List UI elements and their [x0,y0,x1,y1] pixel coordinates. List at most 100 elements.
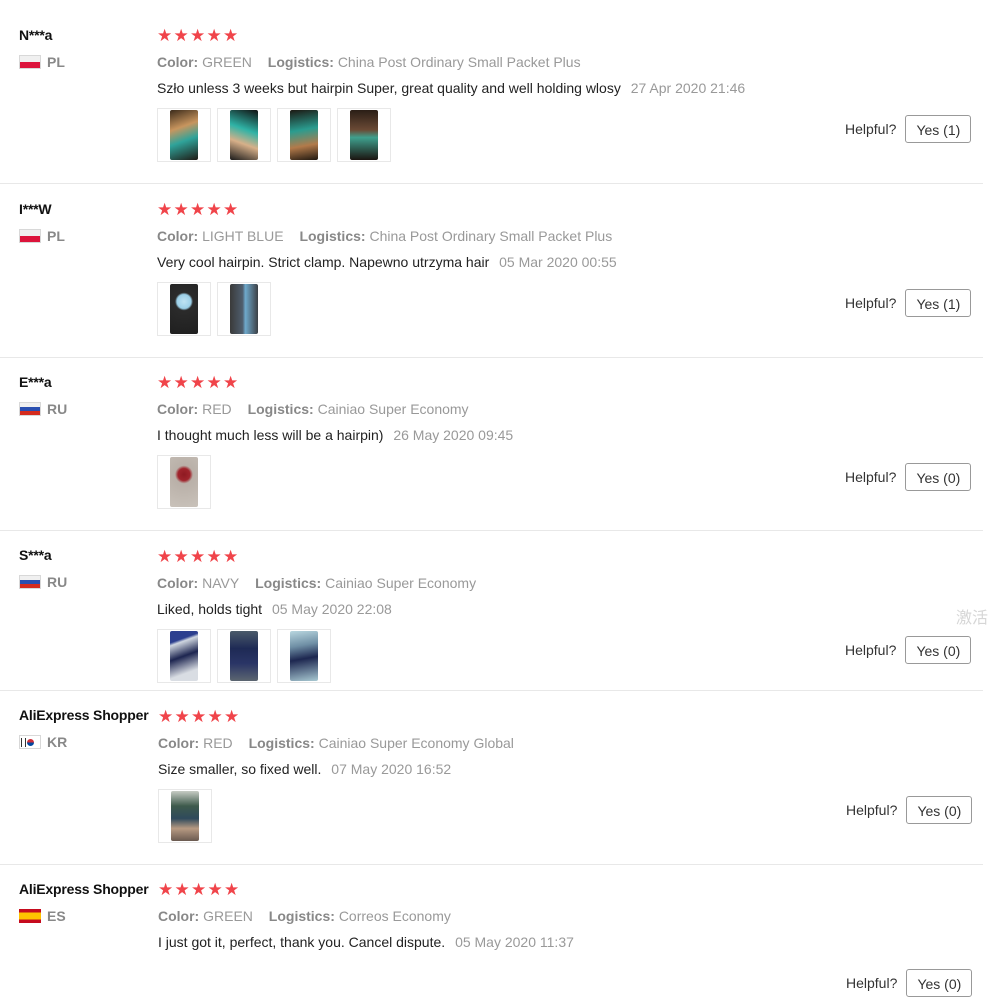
review-photo-thumbnail[interactable] [337,108,391,162]
review-date: 07 May 2020 16:52 [331,761,452,777]
star-rating: ★★★★★ [157,374,837,392]
review-item: I***W PL ★★★★★ Color: LIGHT BLUE Logisti… [0,184,983,358]
reviewer-info: AliExpress Shopper ES [19,880,154,924]
helpful-yes-button[interactable]: Yes (0) [906,796,973,824]
star-icon: ★ [223,26,239,45]
review-photo-thumbnail[interactable] [217,108,271,162]
review-text: I thought much less will be a hairpin) 2… [157,426,837,444]
review-photos [157,455,837,509]
review-body: Szło unless 3 weeks but hairpin Super, g… [157,80,621,96]
star-icon: ★ [206,200,222,219]
star-rating: ★★★★★ [158,708,838,726]
country-code: PL [47,54,65,70]
star-icon: ★ [224,707,240,726]
review-item: AliExpress Shopper ES ★★★★★ Color: GREEN… [0,865,983,1000]
photo-hairpin-worn [171,791,199,841]
photo-hairpin-green-hair [350,110,378,160]
color-value: NAVY [202,575,240,591]
logistics-value: Correos Economy [338,908,451,924]
review-item: E***a RU ★★★★★ Color: RED Logistics: Cai… [0,358,983,531]
review-photo-thumbnail[interactable] [217,282,271,336]
watermark-text: 激活 [956,610,989,627]
helpful-section: Helpful? Yes (0) [846,969,973,997]
color-label: Color: [157,228,199,244]
color-label: Color: [157,54,199,70]
country-code: ES [47,908,66,924]
star-icon: ★ [157,200,173,219]
reviewer-country: KR [19,734,154,750]
review-meta: Color: NAVY Logistics: Cainiao Super Eco… [157,574,837,592]
reviewer-country: ES [19,908,154,924]
review-photo-thumbnail[interactable] [277,108,331,162]
helpful-section: Helpful? Yes (0) [845,463,972,491]
helpful-yes-button[interactable]: Yes (0) [906,969,973,997]
helpful-section: Helpful? Yes (1) [845,289,972,317]
review-text: Size smaller, so fixed well. 07 May 2020… [158,760,838,778]
review-text: Very cool hairpin. Strict clamp. Napewno… [157,253,837,271]
review-photos [157,282,837,336]
star-icon: ★ [158,707,174,726]
color-label: Color: [157,401,199,417]
color-value: GREEN [202,54,252,70]
star-icon: ★ [223,200,239,219]
star-icon: ★ [190,200,206,219]
helpful-section: Helpful? Yes (0) [846,796,973,824]
reviewer-name: E***a [19,374,52,390]
color-value: RED [202,401,232,417]
photo-hairpin-navy [230,631,258,681]
country-code: PL [47,228,65,244]
helpful-label: Helpful? [846,975,898,991]
helpful-yes-button[interactable]: Yes (0) [905,636,972,664]
review-item: S***a RU ★★★★★ Color: NAVY Logistics: Ca… [0,531,983,691]
review-date: 26 May 2020 09:45 [393,427,514,443]
review-photo-thumbnail[interactable] [217,629,271,683]
star-icon: ★ [173,373,189,392]
photo-hairpin-lightblue [170,284,198,334]
logistics-label: Logistics: [299,228,366,244]
logistics-value: Cainiao Super Economy Global [318,735,514,751]
helpful-section: Helpful? Yes (0) [845,636,972,664]
star-icon: ★ [206,373,222,392]
star-icon: ★ [207,880,223,899]
photo-hairpin-lightblue [230,284,258,334]
review-photos [157,629,837,683]
review-photo-thumbnail[interactable] [158,789,212,843]
photo-hairpin-navy [170,631,198,681]
logistics-value: Cainiao Super Economy [325,575,477,591]
color-value: RED [203,735,233,751]
country-code: KR [47,734,68,750]
reviewer-country: RU [19,401,154,417]
review-photo-thumbnail[interactable] [277,629,331,683]
review-photo-thumbnail[interactable] [157,282,211,336]
star-icon: ★ [223,547,239,566]
reviewer-name: AliExpress Shopper [19,707,149,723]
review-body: Size smaller, so fixed well. [158,761,322,777]
review-photo-thumbnail[interactable] [157,629,211,683]
reviewer-info: N***a PL [19,26,154,70]
helpful-yes-button[interactable]: Yes (0) [905,463,972,491]
review-photos [158,789,838,843]
star-rating: ★★★★★ [158,881,838,899]
star-icon: ★ [173,26,189,45]
helpful-yes-button[interactable]: Yes (1) [905,289,972,317]
review-photo-thumbnail[interactable] [157,455,211,509]
logistics-label: Logistics: [247,401,314,417]
helpful-yes-button[interactable]: Yes (1) [905,115,972,143]
review-body: Liked, holds tight [157,601,263,617]
color-label: Color: [158,908,200,924]
logistics-label: Logistics: [268,908,335,924]
country-code: RU [47,401,68,417]
color-value: GREEN [203,908,253,924]
star-icon: ★ [190,373,206,392]
review-photo-thumbnail[interactable] [157,108,211,162]
logistics-label: Logistics: [267,54,334,70]
reviewer-name: AliExpress Shopper [19,881,149,897]
star-icon: ★ [223,373,239,392]
star-icon: ★ [207,707,223,726]
ru-flag-icon [19,575,41,589]
review-body: I just got it, perfect, thank you. Cance… [158,934,446,950]
reviewer-info: I***W PL [19,200,154,244]
logistics-label: Logistics: [248,735,315,751]
review-body: I thought much less will be a hairpin) [157,427,384,443]
reviewer-name: S***a [19,547,52,563]
